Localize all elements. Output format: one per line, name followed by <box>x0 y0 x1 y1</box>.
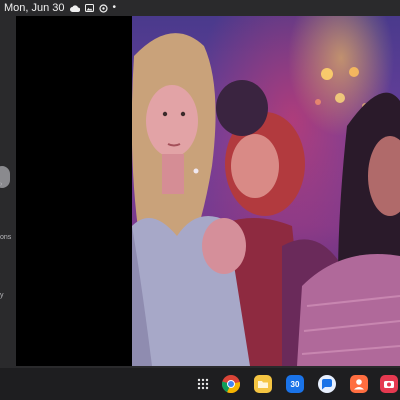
contact-icon[interactable] <box>350 375 368 393</box>
chrome-icon[interactable] <box>222 375 240 393</box>
video-player-window[interactable] <box>16 16 400 366</box>
date-label: Mon, Jun 30 <box>4 2 65 14</box>
side-panel: › ons y <box>0 16 16 368</box>
nightclub-scene-image <box>132 33 400 366</box>
message-icon[interactable] <box>318 375 336 393</box>
video-frame[interactable] <box>132 16 400 366</box>
taskbar: 30 <box>0 368 400 400</box>
grid-icon[interactable] <box>194 375 212 393</box>
sync-icon <box>98 3 108 13</box>
side-text-2: ons <box>0 234 12 241</box>
calendar-date-label: 30 <box>290 379 300 389</box>
image-icon <box>84 4 94 12</box>
side-text-1: › <box>0 181 3 188</box>
side-text-3: y <box>0 292 4 299</box>
status-bar: Mon, Jun 30 • <box>0 0 400 16</box>
camera-icon[interactable] <box>380 375 398 393</box>
folder-icon[interactable] <box>254 375 272 393</box>
notification-dot: • <box>112 2 117 13</box>
letterbox-bar <box>16 16 132 366</box>
cloud-icon <box>69 4 80 12</box>
calendar-icon[interactable]: 30 <box>286 375 304 393</box>
